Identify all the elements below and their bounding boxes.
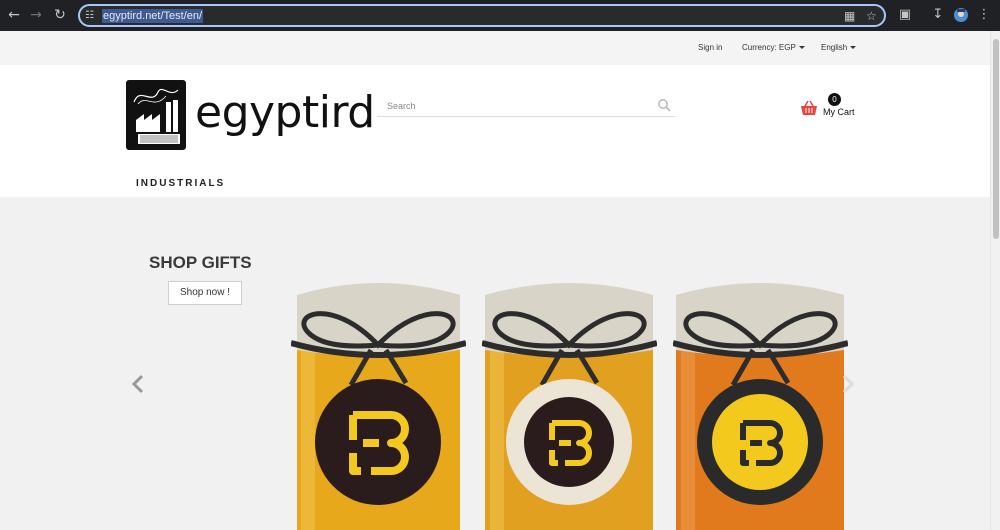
browser-toolbar: ← → ↻ ☷ egyptird.net/Test/en/ ▦ ☆ ▣ ↧ ⋮	[0, 0, 1000, 31]
address-bar[interactable]: ☷ egyptird.net/Test/en/ ▦ ☆	[78, 4, 886, 27]
honey-jar-image	[482, 283, 657, 530]
page-scrollbar[interactable]	[990, 31, 1000, 530]
logo-wordmark[interactable]: egyptird	[195, 85, 375, 141]
search-box	[377, 95, 675, 117]
chevron-right-icon[interactable]	[840, 374, 856, 394]
language-dropdown[interactable]: English	[821, 42, 857, 54]
scrollbar-thumb[interactable]	[993, 39, 999, 239]
nav-item-industrials[interactable]: INDUSTRIALS	[136, 177, 225, 191]
site-info-icon[interactable]: ☷	[85, 9, 94, 23]
hero-banner: SHOP GIFTS Shop now !	[0, 197, 990, 530]
chevron-left-icon[interactable]	[130, 374, 146, 394]
caret-down-icon	[850, 46, 857, 50]
search-input[interactable]	[387, 98, 647, 114]
translate-icon[interactable]: ▦	[844, 9, 855, 23]
currency-dropdown[interactable]: Currency: EGP	[742, 42, 805, 54]
profile-avatar-icon[interactable]	[953, 6, 969, 29]
top-utility-bar: Sign in Currency: EGP English	[0, 31, 990, 65]
caret-down-icon	[798, 46, 805, 50]
banner-title: SHOP GIFTS	[149, 253, 252, 272]
honey-jar-image	[673, 283, 848, 530]
reload-icon[interactable]: ↻	[52, 7, 68, 23]
url-text[interactable]: egyptird.net/Test/en/	[102, 9, 204, 23]
site-header: egyptird 0 My Cart INDUSTRIALS	[0, 65, 990, 197]
bookmark-star-icon[interactable]: ☆	[866, 9, 877, 23]
shop-now-button[interactable]: Shop now !	[168, 281, 242, 305]
more-menu-icon[interactable]: ⋮	[976, 7, 992, 23]
currency-label: Currency: EGP	[742, 43, 796, 52]
search-icon[interactable]	[657, 98, 671, 112]
forward-arrow-icon[interactable]: →	[28, 7, 44, 23]
honey-jar-image	[291, 283, 466, 530]
cart-count-badge: 0	[828, 93, 841, 106]
sign-in-link[interactable]: Sign in	[698, 42, 722, 54]
back-arrow-icon[interactable]: ←	[6, 7, 22, 23]
cart-link[interactable]: My Cart	[823, 106, 855, 118]
language-label: English	[821, 43, 848, 52]
web-page: Sign in Currency: EGP English egyptird S…	[0, 31, 990, 530]
shopping-basket-icon[interactable]	[800, 100, 818, 116]
extensions-icon[interactable]: ▣	[897, 7, 913, 23]
factory-logo-icon[interactable]	[126, 80, 186, 150]
download-icon[interactable]: ↧	[930, 7, 946, 23]
